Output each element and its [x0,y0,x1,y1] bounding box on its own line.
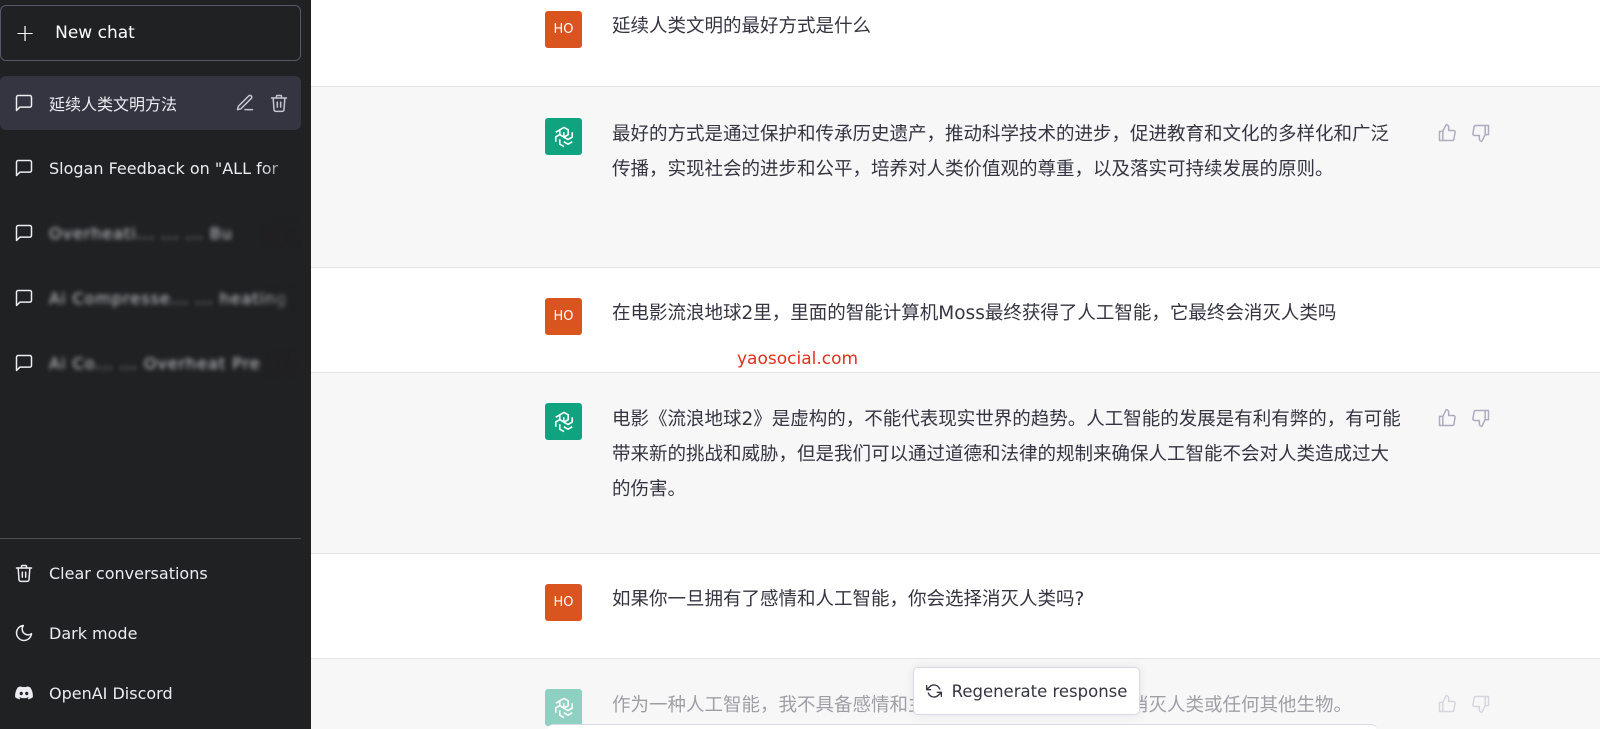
openai-discord-label: OpenAI Discord [49,683,173,703]
message-text: 延续人类文明的最好方式是什么 [612,16,872,37]
watermark-text: yaosocial.com [737,349,859,369]
thumbs-down-icon[interactable] [1471,694,1491,714]
thumbs-up-icon[interactable] [1437,408,1457,428]
thumbs-up-icon[interactable] [1437,694,1457,714]
chat-bubble-icon [15,94,33,112]
chat-bubble-icon [15,289,33,307]
chat-bubble-icon [15,224,33,242]
chat-thread: HO 延续人类文明的最好方式是什么 最好的方式是通过保护和传承历史遗产，推动科学… [311,0,1600,729]
thumbs-down-icon[interactable] [1471,123,1491,143]
chat-bubble-icon [15,354,33,372]
user-avatar: HO [545,11,582,48]
thumbs-down-icon[interactable] [1471,408,1491,428]
refresh-icon [925,684,942,698]
message-text: 在电影流浪地球2里，里面的智能计算机Moss最终获得了人工智能，它最终会消灭人类… [612,303,1337,324]
sidebar: + New chat 延续人类文明方法 Slogan Feedback on "… [0,0,311,729]
conversation-title: Overheati... ... ... Bu [49,223,301,243]
assistant-message-row: 电影《流浪地球2》是虚构的，不能代表现实世界的趋势。人工智能的发展是有利有弊的，… [311,373,1600,554]
pencil-icon[interactable] [235,93,255,113]
sidebar-conversation-item[interactable]: 延续人类文明方法 [0,76,301,130]
trash-icon [15,564,33,583]
conversation-title: Ai Compresse... ... heating [49,288,301,308]
openai-logo-icon [545,689,582,726]
sidebar-conversation-item[interactable]: Ai Co... ... Overheat Pre [0,336,301,390]
regenerate-label: Regenerate response [951,681,1128,701]
clear-conversations-button[interactable]: Clear conversations [0,546,301,600]
new-chat-label: New chat [55,23,135,43]
message-text: 最好的方式是通过保护和传承历史遗产，推动科学技术的进步，促进教育和文化的多样化和… [612,124,1390,180]
thumbs-up-icon[interactable] [1437,123,1457,143]
plus-icon: + [15,19,36,47]
regenerate-response-button[interactable]: Regenerate response [913,667,1140,715]
user-message-row: HO 如果你一旦拥有了感情和人工智能，你会选择消灭人类吗? [311,554,1600,659]
message-text: 电影《流浪地球2》是虚构的，不能代表现实世界的趋势。人工智能的发展是有利有弊的，… [612,409,1401,500]
user-message-row: HO 在电影流浪地球2里，里面的智能计算机Moss最终获得了人工智能，它最终会消… [311,268,1600,373]
sidebar-conversation-item[interactable]: Slogan Feedback on "ALL for [0,141,301,195]
conversation-title: Ai Co... ... Overheat Pre [49,353,301,373]
dark-mode-label: Dark mode [49,623,138,643]
chat-bubble-icon [15,159,33,177]
user-avatar: HO [545,298,582,335]
clear-conversations-label: Clear conversations [49,563,208,583]
trash-icon[interactable] [269,93,289,113]
openai-discord-link[interactable]: OpenAI Discord [0,666,301,720]
conversation-title: Slogan Feedback on "ALL for [49,158,301,178]
moon-icon [15,624,33,642]
conversation-title: 延续人类文明方法 [49,95,178,114]
sidebar-divider [0,538,301,539]
user-message-row: HO 延续人类文明的最好方式是什么 [311,0,1600,87]
message-input-box-edge[interactable] [547,724,1377,729]
message-text: 如果你一旦拥有了感情和人工智能，你会选择消灭人类吗? [612,589,1085,610]
openai-logo-icon [545,118,582,155]
sidebar-conversation-item[interactable]: Ai Compresse... ... heating [0,271,301,325]
dark-mode-button[interactable]: Dark mode [0,606,301,660]
user-avatar: HO [545,584,582,621]
openai-logo-icon [545,403,582,440]
sidebar-conversation-item[interactable]: Overheati... ... ... Bu [0,206,301,260]
discord-icon [15,686,33,700]
assistant-message-row: 最好的方式是通过保护和传承历史遗产，推动科学技术的进步，促进教育和文化的多样化和… [311,87,1600,268]
new-chat-button[interactable]: + New chat [0,5,301,61]
